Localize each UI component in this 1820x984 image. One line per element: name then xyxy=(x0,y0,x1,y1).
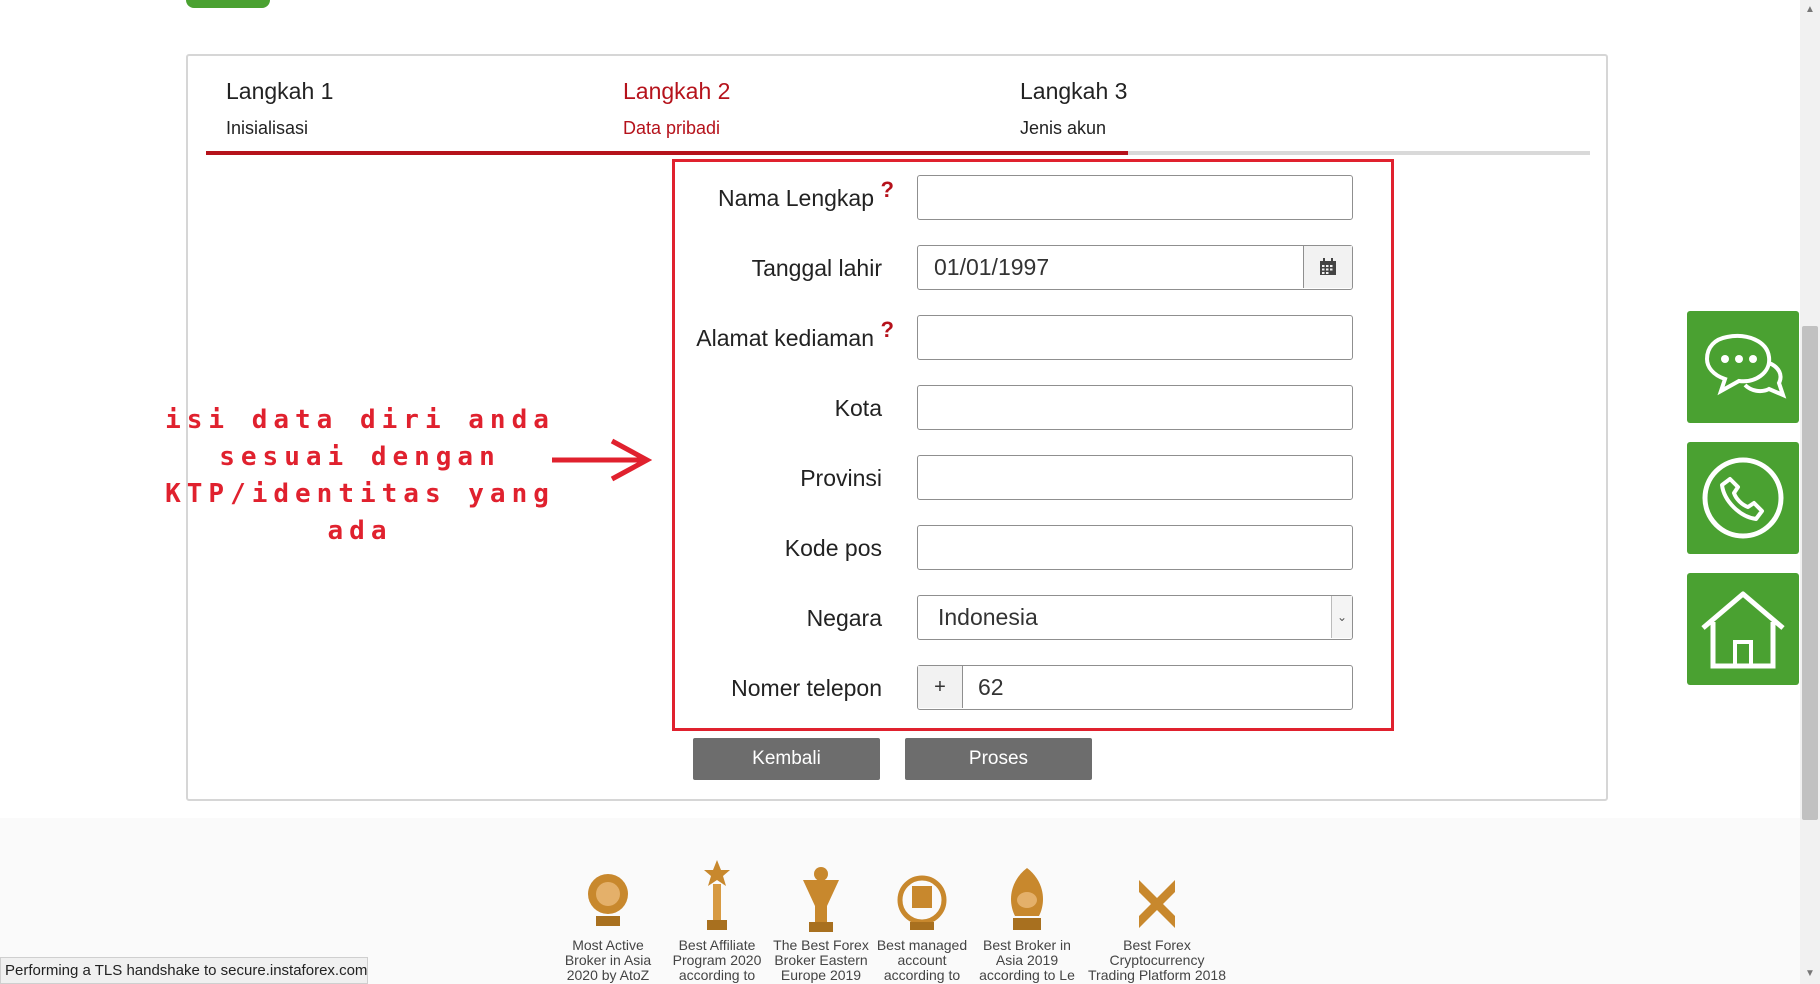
annotation-text: isi data diri anda sesuai dengan KTP/ide… xyxy=(165,405,555,546)
chat-icon xyxy=(1704,334,1787,399)
award-item[interactable]: Best Forex Cryptocurrency Trading Platfo… xyxy=(1087,818,1227,984)
step-3-subtitle: Jenis akun xyxy=(1020,118,1107,138)
step-1-subtitle: Inisialisasi xyxy=(226,118,309,138)
back-button[interactable]: Kembali xyxy=(693,738,880,780)
home-icon xyxy=(1701,591,1785,669)
step-2-subtitle: Data pribadi xyxy=(623,118,721,138)
award-item[interactable]: Best Broker in Asia 2019 according to Le… xyxy=(972,818,1082,984)
step-progress-remaining xyxy=(1128,151,1590,155)
trophy-icon xyxy=(997,858,1057,932)
trophy-icon xyxy=(1127,858,1187,932)
step-2-title: Langkah 2 xyxy=(623,78,731,104)
step-1-title: Langkah 1 xyxy=(226,78,334,104)
top-green-button[interactable] xyxy=(186,0,270,8)
trophy-icon xyxy=(892,858,952,932)
scroll-down-icon[interactable]: ▼ xyxy=(1802,966,1818,982)
process-button[interactable]: Proses xyxy=(905,738,1092,780)
step-3[interactable]: Langkah 3 Jenis akun xyxy=(1000,76,1460,158)
chat-button[interactable] xyxy=(1687,311,1799,423)
page: Langkah 1 Inisialisasi Langkah 2 Data pr… xyxy=(0,0,1820,984)
home-button[interactable] xyxy=(1687,573,1799,685)
step-2[interactable]: Langkah 2 Data pribadi xyxy=(603,76,1063,158)
phone-icon xyxy=(1702,457,1784,539)
trophy-icon xyxy=(578,858,638,932)
step-progress-filled xyxy=(206,151,1128,155)
trophy-icon xyxy=(687,858,747,932)
step-indicator: Langkah 1 Inisialisasi Langkah 2 Data pr… xyxy=(206,76,1590,158)
step-1[interactable]: Langkah 1 Inisialisasi xyxy=(206,76,666,158)
step-3-title: Langkah 3 xyxy=(1020,78,1128,104)
annotation-highlight-box xyxy=(672,159,1394,731)
scrollbar-thumb[interactable] xyxy=(1802,326,1818,820)
award-item[interactable]: Best managed account according to IAFT A… xyxy=(867,818,977,984)
browser-status-bar: Performing a TLS handshake to secure.ins… xyxy=(0,957,368,984)
award-item[interactable]: Most Active Broker in Asia 2020 by AtoZ … xyxy=(553,818,663,984)
trophy-icon xyxy=(791,858,851,932)
award-item[interactable]: Best Affiliate Program 2020 according to… xyxy=(662,818,772,984)
arrow-right-icon xyxy=(552,438,652,482)
award-item[interactable]: The Best Forex Broker Eastern Europe 201… xyxy=(766,818,876,983)
call-button[interactable] xyxy=(1687,442,1799,554)
scroll-up-icon[interactable]: ▲ xyxy=(1802,2,1818,18)
